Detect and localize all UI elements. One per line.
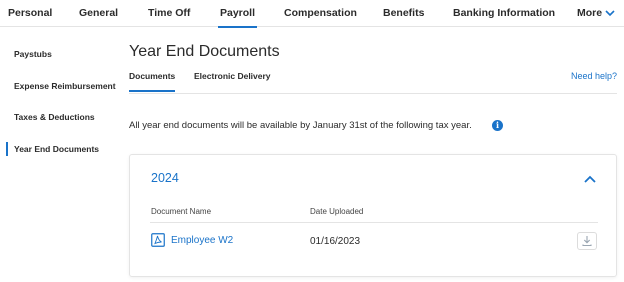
chevron-up-icon[interactable] (583, 174, 597, 184)
nav-item-general[interactable]: General (79, 7, 118, 19)
tabs-divider (129, 93, 617, 94)
tab-electronic-delivery[interactable]: Electronic Delivery (194, 71, 271, 81)
availability-notice: All year end documents will be available… (129, 120, 472, 131)
nav-item-benefits[interactable]: Benefits (383, 7, 424, 19)
year-card: 2024 Document Name Date Uploaded Employe… (129, 154, 617, 277)
download-button[interactable] (577, 232, 597, 250)
document-link[interactable]: Employee W2 (171, 235, 233, 246)
need-help-link[interactable]: Need help? (571, 71, 617, 81)
nav-item-more[interactable]: More (577, 7, 615, 19)
header-divider (150, 222, 598, 223)
document-date: 01/16/2023 (310, 236, 361, 247)
nav-item-personal[interactable]: Personal (8, 7, 52, 19)
top-navigation: Personal General Time Off Payroll Compen… (0, 0, 624, 28)
sidebar-item-year-end-documents[interactable]: Year End Documents (14, 144, 99, 154)
sidebar-item-paystubs[interactable]: Paystubs (14, 49, 52, 59)
year-heading: 2024 (151, 171, 179, 185)
sidebar-item-taxes-deductions[interactable]: Taxes & Deductions (14, 112, 95, 122)
page-title: Year End Documents (129, 43, 280, 60)
column-header-date-uploaded: Date Uploaded (310, 207, 364, 216)
nav-item-banking-information[interactable]: Banking Information (453, 7, 555, 19)
sidebar-item-expense-reimbursement[interactable]: Expense Reimbursement (14, 81, 116, 91)
chevron-down-icon (605, 10, 615, 16)
column-header-document-name: Document Name (151, 207, 212, 216)
download-icon (582, 236, 592, 247)
sidebar-active-indicator (6, 142, 8, 156)
nav-item-more-label: More (577, 7, 603, 19)
nav-item-compensation[interactable]: Compensation (284, 7, 357, 19)
info-icon[interactable]: i (492, 120, 503, 131)
nav-item-time-off[interactable]: Time Off (148, 7, 190, 19)
nav-item-payroll[interactable]: Payroll (217, 7, 258, 28)
pdf-icon (151, 233, 165, 247)
tab-documents[interactable]: Documents (129, 71, 176, 92)
